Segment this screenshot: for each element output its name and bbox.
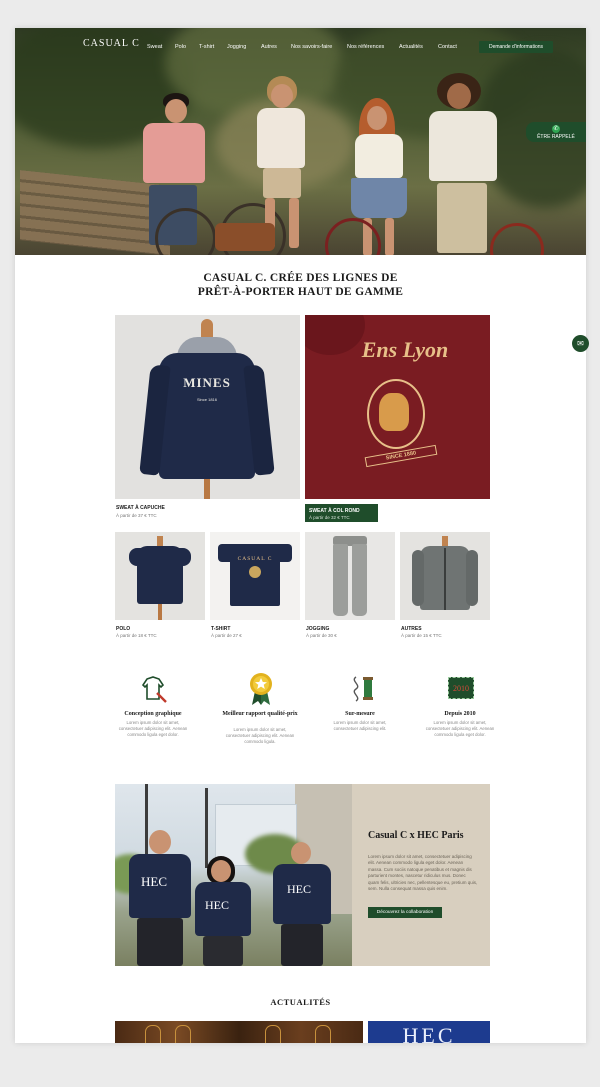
bag	[215, 223, 275, 253]
product-autres[interactable]	[400, 532, 490, 620]
jacket-sleeve-right	[466, 550, 478, 606]
student-1: HEC	[127, 830, 193, 966]
jacket-sleeve-left	[412, 550, 424, 606]
jacket-zip	[444, 548, 446, 610]
collab-text: Lorem ipsum dolor sit amet, consectetuer…	[368, 854, 478, 892]
award-medal-icon	[250, 673, 272, 705]
mannequin-neck	[201, 319, 213, 337]
thread-spool-icon	[353, 676, 373, 702]
nav-tshirt[interactable]: T-shirt	[199, 44, 214, 50]
product-hoodie[interactable]: MINES Since 1816	[115, 315, 300, 499]
nav-savoirs-faire[interactable]: Nos savoirs-faire	[291, 44, 332, 50]
mannequin-stand	[158, 604, 162, 620]
collab-photo: HEC HEC HEC	[115, 784, 352, 966]
nav-actualites[interactable]: Actualités	[399, 44, 423, 50]
feature-desc: Lorem ipsum dolor sit amet, consectetuer…	[425, 720, 495, 737]
product-crew-neck[interactable]: Ens Lyon SINCE 1880	[305, 315, 490, 499]
callback-button[interactable]: ✆ ÊTRE RAPPELÉ	[526, 122, 586, 142]
callback-label: ÊTRE RAPPELÉ	[537, 134, 575, 140]
product-label-hoodie[interactable]: SWEAT À CAPUCHE	[116, 505, 165, 511]
arch-decor	[265, 1025, 281, 1043]
product-label-polo[interactable]: POLO	[116, 626, 130, 632]
hoodie-since: Since 1816	[196, 397, 217, 402]
intro-line-1: CASUAL C. CRÉE DES LIGNES DE	[203, 272, 398, 284]
product-price-polo: À partir de 18 € TTC	[116, 633, 157, 638]
feature-desc: Lorem ipsum dolor sit amet, consectetuer…	[225, 727, 295, 744]
student-2: HEC	[193, 856, 253, 966]
nav-jogging[interactable]: Jogging	[227, 44, 246, 50]
collab-title: Casual C x HEC Paris	[368, 830, 464, 841]
news-heading: ACTUALITÉS	[270, 997, 331, 1007]
feature-title: Depuis 2010	[444, 711, 476, 717]
hoodie-body	[159, 353, 255, 479]
news-card-1[interactable]	[115, 1021, 363, 1043]
intro-heading: CASUAL C. CRÉE DES LIGNES DE PRÊT-À-PORT…	[15, 271, 586, 299]
hero-banner: CASUAL C Sweat Polo T-shirt Jogging Autr…	[15, 28, 586, 255]
person-4	[425, 73, 505, 253]
feature-rapport: Meilleur rapport qualité-prix Lorem ipsu…	[218, 671, 302, 761]
product-price-tshirt: À partir de 27 €	[211, 633, 242, 638]
feature-depuis: 2010 Depuis 2010 Lorem ipsum dolor sit a…	[418, 671, 502, 761]
nav-polo[interactable]: Polo	[175, 44, 186, 50]
label-2010-icon: 2010	[448, 677, 474, 699]
nav-sweat[interactable]: Sweat	[147, 44, 162, 50]
mannequin-stand	[204, 479, 210, 499]
feature-title: Meilleur rapport qualité-prix	[222, 711, 298, 717]
arch-decor	[315, 1025, 331, 1043]
tshirt-print: CASUAL C	[237, 556, 273, 562]
feature-conception: Conception graphique Lorem ipsum dolor s…	[111, 671, 195, 761]
lion-icon	[379, 393, 409, 431]
product-price-autres: À partir de 15 € TTC	[401, 633, 442, 638]
product-price-hoodie: À partir de 37 € TTC	[116, 513, 157, 518]
mannequin-neck	[157, 536, 163, 546]
product-label-tshirt[interactable]: T-SHIRT	[211, 626, 230, 632]
nav-references[interactable]: Nos références	[347, 44, 384, 50]
jogging-leg-right	[352, 544, 367, 616]
feature-desc: Lorem ipsum dolor sit amet, consectetuer…	[118, 720, 188, 737]
arch-decor	[175, 1025, 191, 1043]
phone-icon: ✆	[552, 125, 560, 133]
polo-sleeves	[129, 548, 191, 566]
student-3: HEC	[271, 842, 333, 966]
mannequin-neck	[442, 536, 448, 546]
intro-line-2: PRÊT-À-PORTER HAUT DE GAMME	[197, 286, 404, 298]
arch-decor	[145, 1025, 161, 1043]
page: CASUAL C Sweat Polo T-shirt Jogging Autr…	[15, 28, 586, 1043]
product-label-crew[interactable]: SWEAT À COL ROND	[309, 508, 360, 514]
hec-print: HEC	[205, 898, 229, 912]
tshirt-crest	[249, 566, 261, 578]
product-jogging[interactable]	[305, 532, 395, 620]
news-card-2[interactable]: HEC	[368, 1021, 490, 1043]
jogging-leg-left	[333, 544, 348, 616]
nav-contact[interactable]: Contact	[438, 44, 457, 50]
hoodie-print: MINES	[183, 375, 231, 390]
crew-print: Ens Lyon	[361, 337, 449, 362]
feature-title: Conception graphique	[124, 711, 182, 717]
nav-autres[interactable]: Autres	[261, 44, 277, 50]
feature-sur-mesure: Sur-mesure Lorem ipsum dolor sit amet, c…	[318, 671, 402, 761]
feature-desc: Lorem ipsum dolor sit amet, consectetuer…	[333, 720, 387, 731]
product-polo[interactable]	[115, 532, 205, 620]
feature-title: Sur-mesure	[345, 711, 375, 717]
chat-icon[interactable]: ✉	[572, 335, 589, 352]
product-tshirt[interactable]: CASUAL C	[210, 532, 300, 620]
product-price-jogging: À partir de 30 €	[306, 633, 337, 638]
collab-button[interactable]: Découvrez la collaboration	[368, 907, 442, 918]
product-price-crew: À partir de 32 € TTC	[309, 515, 350, 520]
logo[interactable]: CASUAL C	[83, 38, 140, 49]
hec-print: HEC	[141, 874, 167, 889]
collab-panel: Casual C x HEC Paris Lorem ipsum dolor s…	[352, 784, 490, 966]
hoodie-design-icon	[141, 676, 167, 703]
product-label-jogging[interactable]: JOGGING	[306, 626, 329, 632]
product-label-autres[interactable]: AUTRES	[401, 626, 422, 632]
request-info-button[interactable]: Demande d'informations	[479, 41, 553, 53]
hec-print: HEC	[287, 882, 311, 896]
